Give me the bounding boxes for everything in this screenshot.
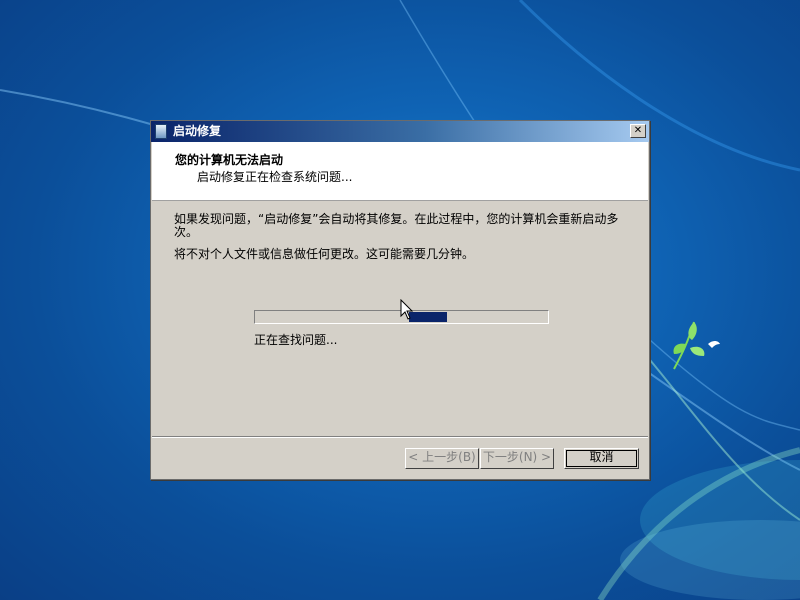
next-button[interactable]: 下一步(N) >	[480, 448, 554, 469]
leaf-logo	[673, 321, 720, 370]
info-paragraph-1: 如果发现问题，“启动修复”会自动将其修复。在此过程中，您的计算机会重新启动多次。	[174, 212, 619, 239]
info-paragraph-2: 将不对个人文件或信息做任何更改。这可能需要几分钟。	[174, 247, 475, 261]
dialog-title: 启动修复	[173, 124, 222, 138]
dialog-titlebar[interactable]: 启动修复 ✕	[151, 121, 649, 142]
header-subtitle: 启动修复正在检查系统问题...	[197, 170, 353, 184]
header-panel: 您的计算机无法启动 启动修复正在检查系统问题...	[152, 142, 648, 201]
startup-repair-icon	[155, 124, 167, 139]
back-button[interactable]: < 上一步(B)	[405, 448, 479, 469]
button-separator	[152, 436, 648, 438]
mouse-pointer-icon	[400, 299, 414, 320]
header-title: 您的计算机无法启动	[175, 153, 284, 167]
cancel-button[interactable]: 取消	[564, 448, 639, 469]
close-icon[interactable]: ✕	[630, 124, 646, 138]
progress-bar-fill	[409, 312, 447, 322]
progress-status: 正在查找问题...	[254, 333, 338, 347]
